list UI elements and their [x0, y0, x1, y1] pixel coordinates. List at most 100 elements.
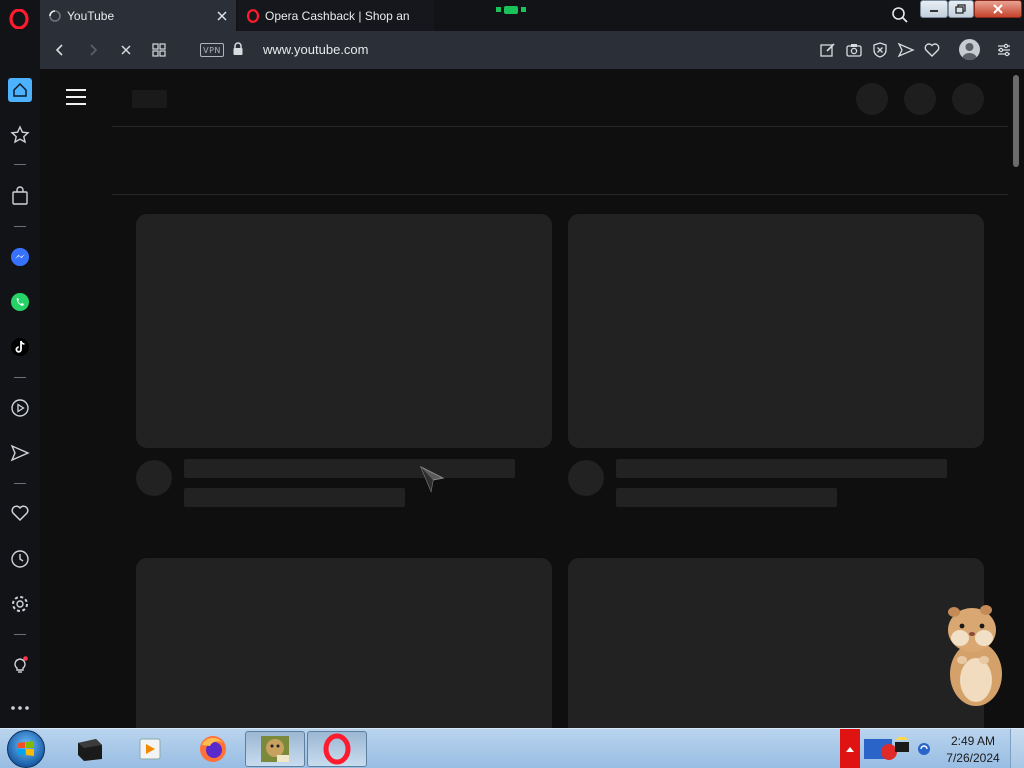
sidebar-more[interactable]: [8, 696, 32, 720]
send-icon[interactable]: [897, 41, 915, 59]
home-icon: [13, 82, 27, 97]
channel-avatar-placeholder: [568, 460, 604, 496]
snapshot-edit-icon[interactable]: [819, 41, 837, 59]
channel-avatar-placeholder: [136, 460, 172, 496]
tab-title: Opera Cashback | Shop an: [265, 8, 410, 23]
profile-avatar[interactable]: [959, 39, 980, 60]
page-scrollbar[interactable]: [1013, 75, 1019, 167]
clock-time[interactable]: 2:49 AM: [940, 734, 1006, 748]
meta-placeholder: [184, 488, 405, 507]
menu-line: [66, 103, 86, 105]
sidebar-tiktok[interactable]: [8, 335, 32, 359]
whatsapp-icon: [11, 293, 29, 311]
sidebar-settings[interactable]: [8, 592, 32, 616]
menu-line: [66, 89, 86, 91]
taskbar-opera[interactable]: [307, 731, 367, 767]
taskbar-cmd[interactable]: [60, 731, 120, 767]
guide-menu-button[interactable]: [66, 89, 86, 105]
close-tab-icon[interactable]: [211, 5, 233, 27]
sidebar-history[interactable]: [8, 547, 32, 571]
tab-youtube[interactable]: YouTube: [40, 0, 236, 31]
sidebar-whatsapp[interactable]: [8, 290, 32, 314]
close-icon: [993, 4, 1003, 14]
sidebar-separator: [14, 226, 26, 227]
lock-icon[interactable]: [232, 42, 244, 56]
header-button-placeholder: [952, 83, 984, 115]
tab-island-indicator-icon: [496, 6, 526, 14]
video-thumbnail-placeholder: [136, 214, 552, 448]
opera-icon: [323, 733, 351, 765]
taskbar-game-box[interactable]: [245, 731, 305, 767]
sidebar-bookmarks[interactable]: [8, 123, 32, 147]
minimize-button[interactable]: [920, 0, 948, 18]
camera-icon[interactable]: [845, 41, 863, 59]
video-thumbnail-placeholder: [136, 558, 552, 728]
windows-taskbar: 2:49 AM 7/26/2024: [0, 728, 1024, 768]
loading-spinner-icon: [49, 9, 61, 22]
back-button[interactable]: [50, 40, 70, 60]
restore-button[interactable]: [948, 0, 974, 18]
header-button-placeholder: [904, 83, 936, 115]
restore-icon: [955, 4, 966, 14]
sidebar-separator: [14, 164, 26, 165]
tiktok-icon: [11, 338, 29, 356]
sidebar-messenger[interactable]: [8, 245, 32, 269]
video-thumbnail-placeholder: [568, 214, 984, 448]
player-icon: [11, 399, 29, 417]
start-button[interactable]: [7, 730, 45, 768]
title-placeholder: [184, 459, 515, 478]
user-icon: [962, 43, 977, 60]
tab-title: YouTube: [67, 8, 115, 23]
more-icon: [11, 706, 29, 710]
logo-placeholder: [132, 90, 167, 108]
tab-opera-cashback[interactable]: Opera Cashback | Shop an: [238, 0, 434, 31]
sidebar-shopping[interactable]: [8, 184, 32, 208]
clock-date[interactable]: 7/26/2024: [940, 751, 1006, 765]
header-button-placeholder: [856, 83, 888, 115]
chevron-left-icon: [55, 44, 63, 56]
adblock-shield-icon[interactable]: [871, 41, 889, 59]
grid-icon: [152, 43, 166, 57]
heart-icon: [11, 505, 29, 522]
youtube-page: [40, 69, 1024, 728]
messenger-icon: [11, 248, 29, 266]
tab-search-icon[interactable]: [890, 5, 910, 25]
lightbulb-icon: [14, 656, 28, 673]
heart-icon[interactable]: [923, 41, 941, 59]
hamster-desktop-pet-icon[interactable]: [940, 604, 1006, 708]
send-icon: [10, 444, 30, 462]
sidebar-separator: [14, 634, 26, 635]
tray-overflow-button[interactable]: [840, 729, 860, 768]
sidebar-tips[interactable]: [8, 653, 32, 677]
tab-strip: YouTube Opera Cashback | Shop an: [0, 0, 1024, 31]
sidebar-separator: [14, 377, 26, 378]
url-field[interactable]: www.youtube.com: [263, 42, 369, 57]
firefox-icon: [200, 736, 226, 762]
sidebar-home[interactable]: [8, 78, 32, 102]
mouse-cursor-icon: [420, 465, 445, 493]
show-desktop-button[interactable]: [1010, 729, 1024, 768]
opera-favicon-icon: [246, 8, 260, 23]
stop-icon: [121, 45, 131, 55]
forward-button[interactable]: [83, 40, 103, 60]
opera-menu-icon[interactable]: [9, 9, 29, 29]
menu-line: [66, 96, 86, 98]
address-bar: VPN www.youtube.com: [40, 31, 1024, 69]
window-controls: [920, 0, 1024, 20]
sidebar-pinboards[interactable]: [8, 501, 32, 525]
taskbar-media-player[interactable]: [120, 731, 180, 767]
tray-icons[interactable]: [862, 737, 934, 761]
vpn-badge[interactable]: VPN: [200, 43, 224, 57]
close-window-button[interactable]: [974, 0, 1022, 18]
easy-setup-icon[interactable]: [995, 41, 1013, 59]
stop-loading-button[interactable]: [116, 40, 136, 60]
video-thumbnail-placeholder: [568, 558, 984, 728]
cmd-icon: [78, 739, 102, 761]
sidebar-my-flow[interactable]: [8, 441, 32, 465]
speed-dial-button[interactable]: [149, 40, 169, 60]
sidebar-player[interactable]: [8, 396, 32, 420]
chevron-up-icon: [846, 747, 854, 752]
game-box-icon: [261, 736, 289, 762]
header-divider: [112, 126, 1008, 127]
taskbar-firefox[interactable]: [183, 731, 243, 767]
